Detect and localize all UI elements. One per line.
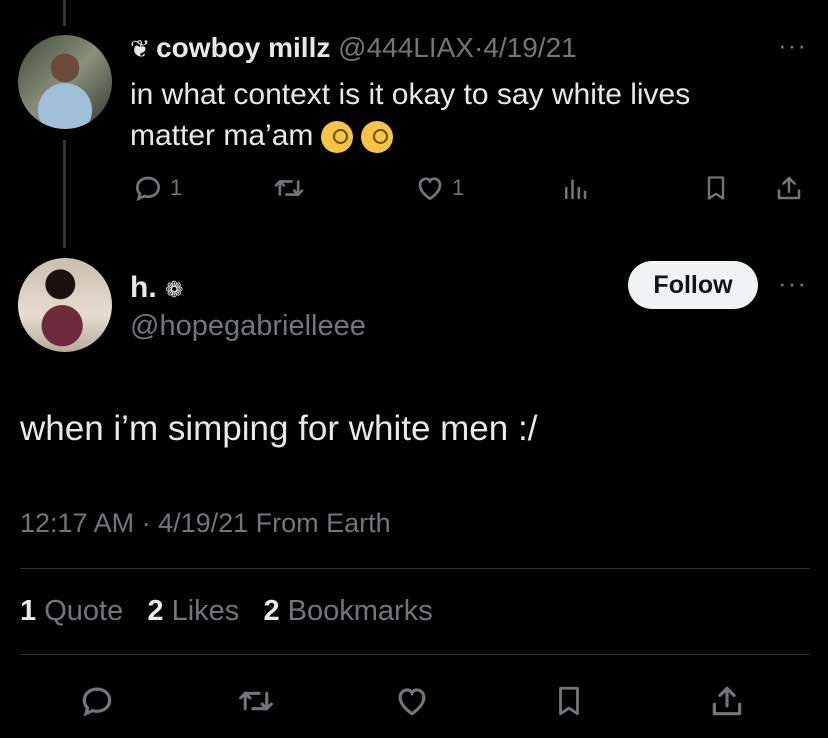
share-icon bbox=[712, 686, 742, 716]
bookmarks-stat[interactable]: 2 Bookmarks bbox=[263, 595, 432, 627]
avatar-cowboy-millz[interactable] bbox=[18, 35, 112, 129]
main-tweet-author: h. ❁ bbox=[130, 270, 183, 308]
tweet-date[interactable]: 4/19/21 bbox=[483, 32, 576, 63]
avatar-h[interactable] bbox=[18, 258, 112, 352]
like-icon bbox=[398, 688, 426, 716]
reply-count: 1 bbox=[170, 175, 183, 200]
retweet-icon bbox=[239, 691, 273, 711]
tweet-timestamp[interactable]: 12:17 AM · 4/19/21 From Earth bbox=[20, 505, 391, 541]
bookmark-button[interactable] bbox=[702, 170, 730, 206]
retweet-icon bbox=[274, 180, 304, 196]
views-button[interactable] bbox=[560, 170, 590, 206]
thread-connector-line bbox=[63, 0, 66, 26]
like-button[interactable]: 1 bbox=[414, 170, 464, 206]
engagement-stats: 1 Quote 2 Likes 2 Bookmarks bbox=[20, 592, 433, 630]
display-name[interactable]: cowboy millz bbox=[156, 32, 330, 63]
more-options-icon[interactable]: ··· bbox=[778, 268, 807, 299]
flower-badge-icon: ❁ bbox=[165, 277, 184, 302]
separator: · bbox=[473, 32, 484, 63]
like-icon bbox=[418, 177, 442, 201]
main-tweet-text: when i’m simping for white men :/ bbox=[20, 409, 538, 448]
retweet-button[interactable] bbox=[236, 682, 276, 722]
display-name[interactable]: h. bbox=[130, 271, 157, 304]
share-button[interactable] bbox=[708, 682, 746, 722]
monocle-emoji bbox=[321, 121, 354, 154]
thread-connector-line bbox=[63, 140, 66, 248]
quote-stat[interactable]: 1 Quote bbox=[20, 595, 123, 627]
bookmark-icon bbox=[559, 686, 579, 716]
monocle-emoji bbox=[361, 121, 394, 154]
handle[interactable]: @hopegabrielleee bbox=[130, 308, 366, 344]
like-button[interactable] bbox=[392, 682, 432, 722]
reply-tweet-text: in what context is it okay to say white … bbox=[130, 74, 780, 156]
reply-icon bbox=[82, 687, 112, 717]
reply-tweet-header: ❦ cowboy millz @444LIAX·4/19/21 bbox=[130, 30, 577, 68]
tweet-text: in what context is it okay to say white … bbox=[130, 78, 691, 152]
likes-stat[interactable]: 2 Likes bbox=[147, 595, 239, 627]
divider bbox=[20, 654, 810, 655]
divider bbox=[20, 568, 810, 569]
follow-button[interactable]: Follow bbox=[628, 261, 758, 309]
bookmark-icon bbox=[707, 176, 725, 200]
handle[interactable]: @444LIAX bbox=[338, 32, 474, 63]
share-button[interactable] bbox=[774, 170, 804, 206]
reply-icon bbox=[135, 176, 161, 202]
share-icon bbox=[777, 176, 801, 200]
reply-button[interactable]: 1 bbox=[132, 170, 182, 206]
like-count: 1 bbox=[452, 175, 465, 200]
bookmark-button[interactable] bbox=[552, 682, 586, 722]
reply-button[interactable] bbox=[78, 682, 116, 722]
views-icon bbox=[565, 179, 587, 200]
retweet-button[interactable] bbox=[272, 170, 306, 206]
flower-badge-icon: ❦ bbox=[130, 36, 151, 63]
more-options-icon[interactable]: ··· bbox=[778, 30, 807, 61]
